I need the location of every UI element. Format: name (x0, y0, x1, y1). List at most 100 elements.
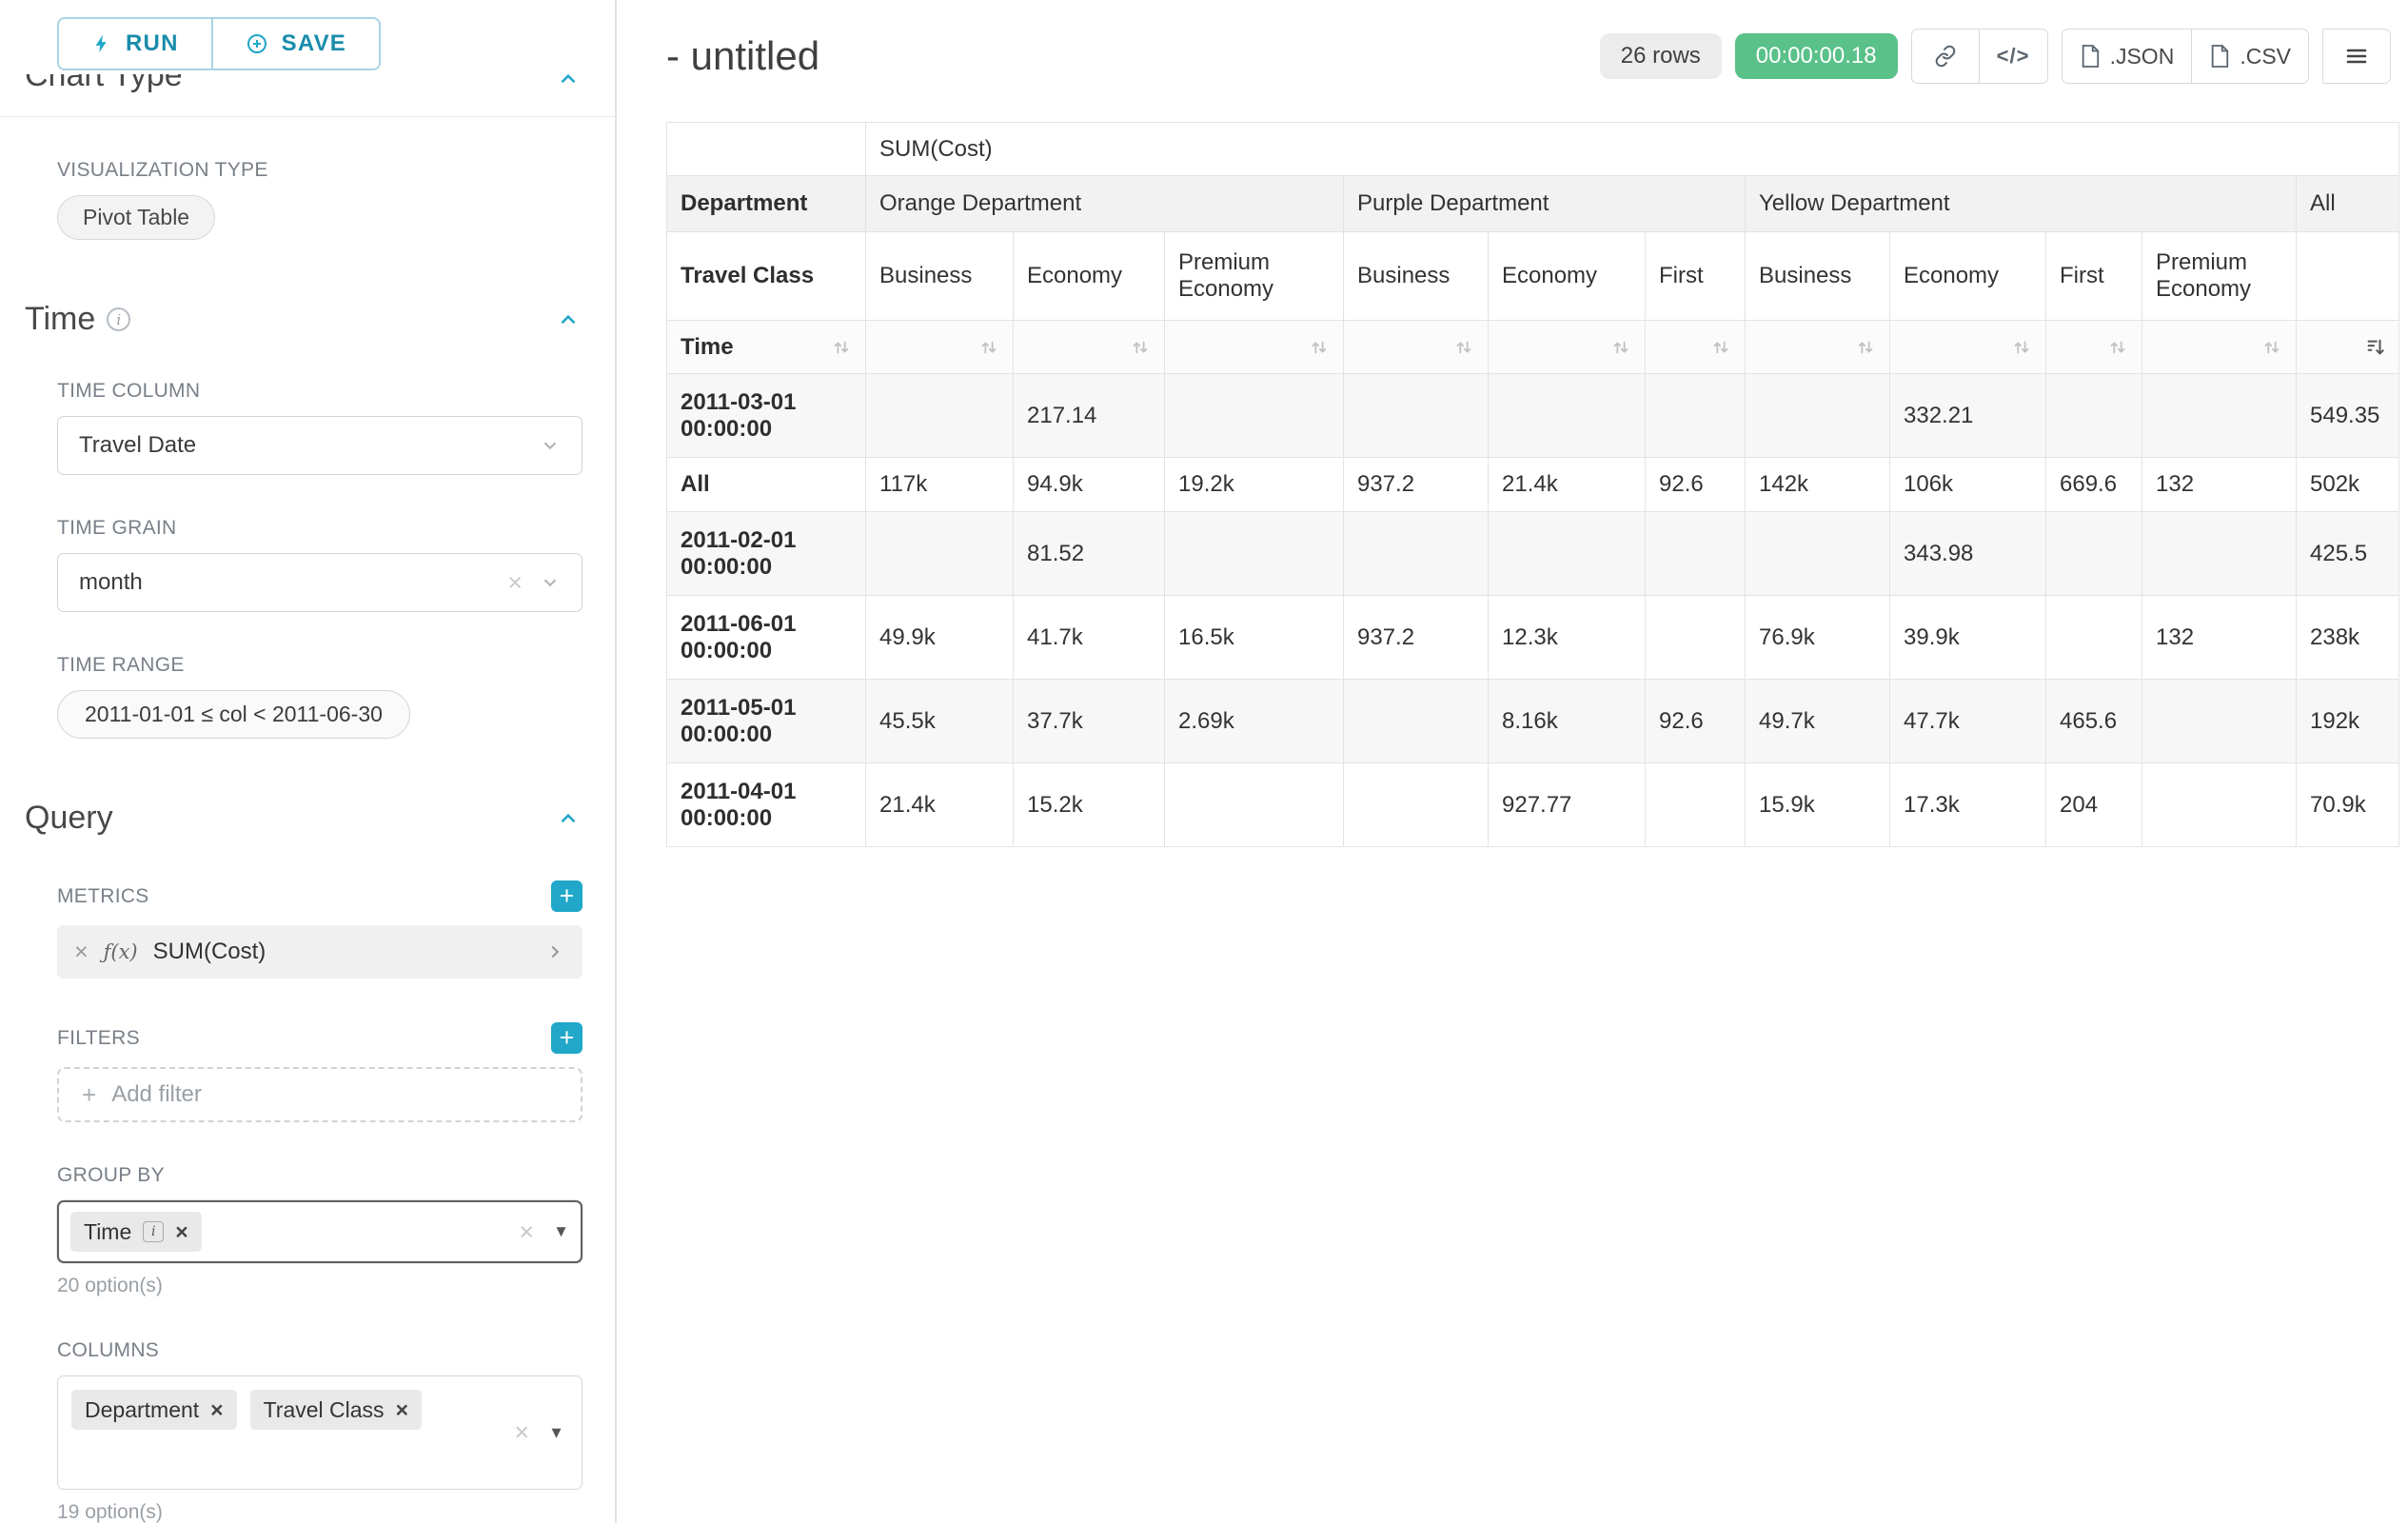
group-by-chip-time[interactable]: Time i × (70, 1212, 202, 1252)
sortable-column-header[interactable] (1489, 321, 1646, 374)
chart-panel: - untitled 26 rows 00:00:00.18 </> (617, 0, 2408, 1523)
add-metric-button[interactable]: + (551, 880, 582, 912)
table-cell: 12.3k (1489, 596, 1646, 680)
table-cell: 192k (2297, 680, 2399, 763)
metric-chip[interactable]: × ƒ(x) SUM(Cost) (57, 925, 582, 979)
table-cell: 21.4k (866, 763, 1014, 847)
chevron-right-icon[interactable] (544, 941, 565, 962)
sortable-column-header[interactable] (2046, 321, 2142, 374)
row-label: 2011-04-01 00:00:00 (667, 763, 866, 847)
sortable-column-header[interactable] (1344, 321, 1489, 374)
menu-button[interactable] (2322, 29, 2391, 84)
department-group-header: Purple Department (1344, 176, 1746, 232)
remove-chip-icon[interactable]: × (396, 1399, 408, 1421)
time-label: Time (681, 334, 734, 361)
clear-icon[interactable]: × (507, 570, 523, 596)
time-range-value[interactable]: 2011-01-01 ≤ col < 2011-06-30 (57, 690, 410, 739)
sort-icon[interactable] (1309, 337, 1330, 358)
sortable-column-header[interactable] (866, 321, 1014, 374)
copy-link-button[interactable] (1911, 29, 1980, 84)
metrics-control: × ƒ(x) SUM(Cost) (57, 925, 582, 979)
sortable-column-header[interactable] (1746, 321, 1890, 374)
table-cell: 332.21 (1890, 374, 2046, 458)
sort-icon[interactable] (1710, 337, 1731, 358)
sort-icon[interactable] (2011, 337, 2032, 358)
travel-class-header: Premium Economy (2142, 232, 2297, 321)
visualization-type-control: VISUALIZATION TYPE Pivot Table (57, 159, 582, 240)
sort-desc-icon[interactable] (2364, 337, 2385, 358)
export-json-button[interactable]: .JSON (2062, 29, 2193, 84)
caret-down-icon[interactable]: ▼ (553, 1222, 569, 1241)
table-cell: 76.9k (1746, 596, 1890, 680)
hamburger-icon (2345, 45, 2368, 68)
time-column-select[interactable]: Travel Date (57, 416, 582, 475)
add-filter-button[interactable]: + Add filter (57, 1067, 582, 1122)
columns-options-hint: 19 option(s) (57, 1501, 582, 1523)
group-by-select[interactable]: Time i × × ▼ (57, 1200, 582, 1263)
table-row: 2011-02-01 00:00:0081.52343.98425.5 (667, 512, 2399, 596)
time-row-header[interactable]: Time (667, 321, 866, 374)
remove-chip-icon[interactable]: × (210, 1399, 223, 1421)
clear-icon[interactable]: × (514, 1420, 529, 1446)
sort-icon[interactable] (831, 337, 852, 358)
columns-label: COLUMNS (57, 1339, 582, 1362)
row-label: 2011-03-01 00:00:00 (667, 374, 866, 458)
table-cell (2142, 512, 2297, 596)
sort-icon[interactable] (2261, 337, 2282, 358)
explore-view: RUN SAVE Chart Type VISUALIZATION TYPE P… (0, 0, 2408, 1523)
select-controls: × ▼ (514, 1420, 564, 1446)
table-cell: 17.3k (1890, 763, 2046, 847)
table-cell: 92.6 (1646, 680, 1746, 763)
sort-icon[interactable] (1453, 337, 1474, 358)
table-cell: 2.69k (1165, 680, 1344, 763)
sortable-column-header[interactable] (1165, 321, 1344, 374)
sort-icon[interactable] (1855, 337, 1876, 358)
caret-down-icon[interactable]: ▼ (548, 1423, 564, 1442)
visualization-type-value[interactable]: Pivot Table (57, 195, 215, 240)
add-filter-plus-button[interactable]: + (551, 1022, 582, 1054)
chart-title: - untitled (666, 33, 819, 79)
info-icon: i (143, 1221, 164, 1242)
plus-circle-icon (246, 32, 268, 55)
filters-label: FILTERS (57, 1027, 140, 1050)
columns-chip-travel-class[interactable]: Travel Class × (250, 1390, 422, 1430)
control-panel-sidebar: RUN SAVE Chart Type VISUALIZATION TYPE P… (0, 0, 617, 1523)
remove-chip-icon[interactable]: × (175, 1221, 188, 1243)
info-icon: i (107, 307, 130, 331)
chevron-up-icon[interactable] (556, 74, 581, 96)
sortable-column-header[interactable] (2142, 321, 2297, 374)
sortable-column-header[interactable] (1890, 321, 2046, 374)
sort-icon[interactable] (2107, 337, 2128, 358)
sorted-desc-column-header[interactable] (2297, 321, 2399, 374)
remove-metric-icon[interactable]: × (74, 940, 89, 964)
chart-type-section-title: Chart Type (25, 74, 183, 94)
chart-header: - untitled 26 rows 00:00:00.18 </> (666, 29, 2391, 84)
table-cell (1344, 680, 1489, 763)
department-group-header: Yellow Department (1746, 176, 2297, 232)
table-cell: 502k (2297, 458, 2399, 512)
sortable-column-header[interactable] (1014, 321, 1165, 374)
table-cell (866, 512, 1014, 596)
export-csv-button[interactable]: .CSV (2192, 29, 2309, 84)
table-cell: 425.5 (2297, 512, 2399, 596)
chevron-up-icon[interactable] (556, 307, 581, 332)
table-cell: 15.2k (1014, 763, 1165, 847)
chevron-down-icon[interactable] (540, 435, 561, 456)
chevron-down-icon[interactable] (540, 572, 561, 593)
time-grain-select[interactable]: month × (57, 553, 582, 612)
clear-icon[interactable]: × (519, 1219, 534, 1245)
sort-icon[interactable] (978, 337, 999, 358)
table-row: 2011-06-01 00:00:0049.9k41.7k16.5k937.21… (667, 596, 2399, 680)
columns-chip-department[interactable]: Department × (71, 1390, 237, 1430)
sort-icon[interactable] (1610, 337, 1631, 358)
columns-select[interactable]: Department × Travel Class × × ▼ (57, 1375, 582, 1490)
save-button[interactable]: SAVE (213, 17, 381, 70)
view-query-button[interactable]: </> (1980, 29, 2048, 84)
table-cell: 937.2 (1344, 596, 1489, 680)
sortable-column-header[interactable] (1646, 321, 1746, 374)
travel-class-header: Business (1746, 232, 1890, 321)
sort-icon[interactable] (1130, 337, 1151, 358)
run-button[interactable]: RUN (57, 17, 213, 70)
save-button-label: SAVE (282, 30, 346, 57)
chevron-up-icon[interactable] (556, 806, 581, 831)
